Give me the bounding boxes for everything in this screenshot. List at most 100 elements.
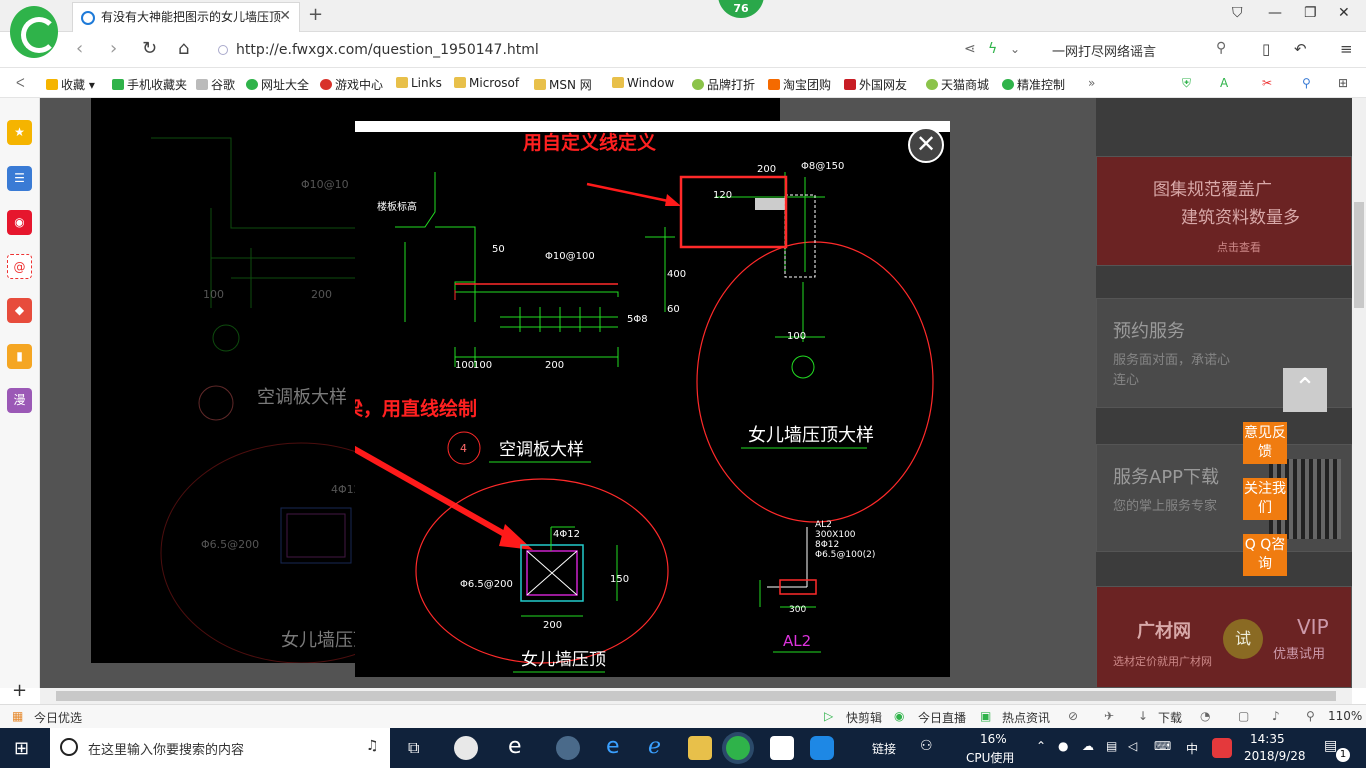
share-icon[interactable]: ⋖	[964, 41, 976, 57]
task-view-icon[interactable]: ⧉	[408, 738, 419, 758]
viewer-close-button[interactable]: ✕	[908, 127, 944, 163]
browser-logo-icon[interactable]	[10, 6, 58, 58]
close-window-button[interactable]: ✕	[1338, 5, 1350, 21]
360-browser-taskbar-icon[interactable]	[726, 736, 750, 760]
bookmark-item[interactable]: 网址大全	[246, 76, 309, 93]
phone-icon[interactable]: ▯	[1262, 40, 1270, 58]
shirt-icon[interactable]: ⛉	[1232, 5, 1243, 21]
cloud-icon[interactable]: ☁	[1082, 739, 1094, 753]
scissors-icon[interactable]: ✂	[1262, 76, 1272, 90]
clock-time[interactable]: 14:35	[1250, 732, 1285, 746]
bookmark-item[interactable]: Microsof	[454, 76, 519, 90]
bookmark-item[interactable]: 谷歌	[196, 76, 235, 93]
bookmark-item[interactable]: 游戏中心	[320, 76, 383, 93]
today-picks-link[interactable]: 今日优选	[34, 709, 82, 726]
people-icon[interactable]: ⚇	[920, 738, 933, 754]
bookmark-item[interactable]: MSN 网	[534, 76, 592, 93]
bookmark-item[interactable]: 品牌打折	[692, 76, 755, 93]
quick-edit-link[interactable]: 快剪辑	[846, 709, 882, 726]
magnifier-icon[interactable]: ⚲	[1302, 76, 1311, 90]
notification-badge[interactable]: 76	[718, 0, 764, 18]
pin-icon[interactable]: ✈	[1104, 709, 1114, 723]
microphone-icon[interactable]: ♫	[366, 738, 379, 754]
tray-expand-icon[interactable]: ⌃	[1036, 739, 1046, 753]
forward-button[interactable]: ›	[110, 38, 117, 59]
minimize-button[interactable]: —	[1268, 5, 1282, 21]
bookmark-item[interactable]: 天猫商城	[926, 76, 989, 93]
follow-button[interactable]: 关注我们	[1243, 478, 1287, 520]
speaker-icon[interactable]: ◁	[1128, 739, 1137, 753]
bookmark-item[interactable]: 淘宝团购	[768, 76, 831, 93]
home-button[interactable]: ⌂	[178, 38, 189, 59]
feedback-button[interactable]: 意见反馈	[1243, 422, 1287, 464]
taskbar-search[interactable]: 在这里输入你要搜索的内容 ♫	[50, 728, 390, 768]
chevron-down-icon[interactable]: ⌄	[1010, 42, 1020, 56]
translate-icon[interactable]: A	[1220, 76, 1228, 90]
search-hint[interactable]: 一网打尽网络谣言	[1052, 41, 1156, 60]
url-field[interactable]: http://e.fwxgx.com/question_1950147.html	[218, 42, 539, 58]
apps-grid-icon[interactable]: ⊞	[1338, 76, 1348, 90]
zoom-level[interactable]: 110%	[1328, 709, 1362, 723]
download-link[interactable]: 下载	[1158, 709, 1182, 726]
browser-app-icon[interactable]	[556, 736, 580, 760]
edge-icon[interactable]: ◔	[1200, 709, 1210, 723]
favorites-star-icon[interactable]: ★	[7, 120, 32, 145]
undo-icon[interactable]: ↶	[1294, 40, 1307, 58]
games-icon[interactable]: ◆	[7, 298, 32, 323]
comic-icon[interactable]: 漫	[7, 388, 32, 413]
file-explorer-icon[interactable]	[688, 736, 712, 760]
windows-start-icon[interactable]: ⊞	[14, 738, 29, 759]
bookmark-item[interactable]: 精准控制	[1002, 76, 1065, 93]
link-label[interactable]: 链接	[872, 740, 896, 757]
bookmark-item[interactable]: 手机收藏夹	[112, 76, 187, 93]
maximize-button[interactable]: ❐	[1304, 5, 1317, 21]
window-icon[interactable]: ▢	[1238, 709, 1249, 723]
action-center-icon[interactable]: ▤	[1324, 738, 1337, 754]
back-to-top-button[interactable]: ⌃	[1283, 368, 1327, 412]
more-bookmarks-icon[interactable]: »	[1088, 76, 1095, 90]
bookmark-item[interactable]: Links	[396, 76, 442, 90]
volume-icon[interactable]: ♪	[1272, 709, 1280, 723]
tray-app-icon[interactable]: ●	[1058, 739, 1068, 753]
sidebar-toggle-icon[interactable]: ᐸ	[16, 76, 25, 90]
live-link[interactable]: 今日直播	[918, 709, 966, 726]
mail-icon[interactable]: @	[7, 254, 32, 279]
banner-gcw[interactable]: 广材网 选材定价就用广材网 试 VIP 优惠试用	[1096, 586, 1352, 688]
ime-indicator[interactable]: 中	[1186, 740, 1198, 757]
ie-taskbar-icon[interactable]: e	[508, 734, 522, 759]
tab-close-icon[interactable]: ✕	[279, 8, 291, 24]
lightning-icon[interactable]: ϟ	[988, 41, 997, 57]
mail-taskbar-icon[interactable]	[770, 736, 794, 760]
keyboard-icon[interactable]: ⌨	[1154, 739, 1171, 753]
news-icon[interactable]: ☰	[7, 166, 32, 191]
vertical-scroll-thumb[interactable]	[1354, 202, 1364, 308]
bookmark-item[interactable]: 收藏 ▾	[46, 76, 95, 93]
accelerate-icon[interactable]: ⊘	[1068, 709, 1078, 723]
reader-icon[interactable]: ▮	[7, 344, 32, 369]
menu-icon[interactable]: ≡	[1340, 40, 1353, 58]
refresh-button[interactable]: ↻	[142, 38, 157, 59]
shield-icon[interactable]: ⛨	[1182, 76, 1191, 91]
bookmark-item[interactable]: 外国网友	[844, 76, 907, 93]
ie-blue-taskbar-icon[interactable]: ℯ	[648, 734, 661, 759]
weibo-icon[interactable]: ◉	[7, 210, 32, 235]
fan-app-icon[interactable]	[454, 736, 478, 760]
bookmark-item[interactable]: Window	[612, 76, 674, 90]
new-tab-button[interactable]: +	[308, 4, 323, 25]
sogou-icon[interactable]	[1212, 738, 1232, 758]
clock-date[interactable]: 2018/9/28	[1244, 749, 1306, 763]
horizontal-scroll-thumb[interactable]	[56, 691, 1336, 701]
search-icon[interactable]: ⚲	[1216, 40, 1226, 56]
back-button[interactable]: ‹	[76, 38, 83, 59]
hot-news-link[interactable]: 热点资讯	[1002, 709, 1050, 726]
g-app-taskbar-icon[interactable]	[810, 736, 834, 760]
add-sidebar-button[interactable]: +	[7, 678, 32, 703]
network-icon[interactable]: ▤	[1106, 739, 1117, 753]
horizontal-scrollbar[interactable]	[40, 688, 1352, 704]
tab-active[interactable]: 有没有大神能把图示的女儿墙压顶 ✕	[72, 2, 300, 32]
vertical-scrollbar[interactable]	[1352, 98, 1366, 688]
qq-consult-button[interactable]: Q Q咨询	[1243, 534, 1287, 576]
edge-taskbar-icon[interactable]: e	[606, 734, 620, 759]
app-download-card[interactable]: 服务APP下载 您的掌上服务专家	[1096, 444, 1352, 552]
banner-atlas[interactable]: 图集规范覆盖广 建筑资料数量多 点击查看	[1096, 156, 1352, 266]
